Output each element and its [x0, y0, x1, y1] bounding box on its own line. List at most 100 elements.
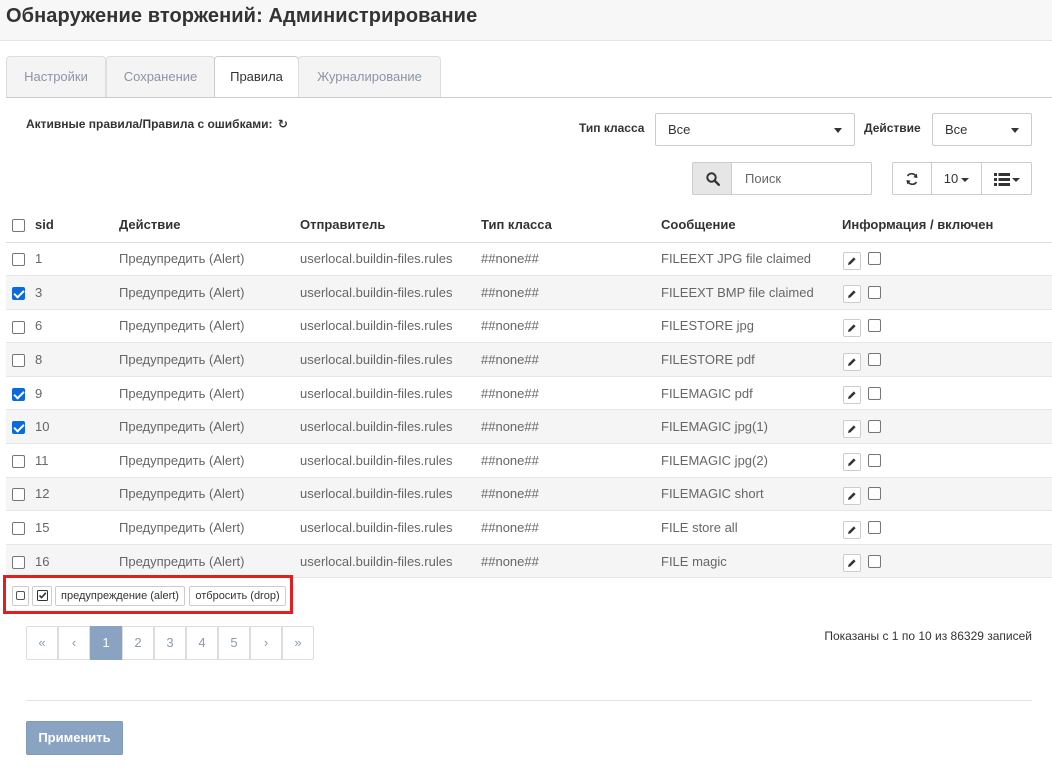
- rule-enabled-checkbox[interactable]: [868, 554, 881, 568]
- page-first-button[interactable]: «: [26, 626, 58, 660]
- row-sid: 15: [35, 510, 119, 545]
- row-select-cell: [6, 342, 35, 377]
- bulk-actions-highlight: предупреждение (alert) отбросить (drop): [3, 575, 293, 614]
- table-row[interactable]: 9 Предупредить (Alert) userlocal.buildin-f…: [6, 376, 1052, 411]
- rule-enabled-checkbox[interactable]: [868, 453, 881, 467]
- row-select-cell: [6, 544, 35, 579]
- row-select-checkbox[interactable]: [12, 387, 25, 401]
- rule-enabled-checkbox[interactable]: [868, 353, 881, 367]
- bulk-alert-button[interactable]: предупреждение (alert): [55, 586, 185, 606]
- row-source: userlocal.buildin-files.rules: [300, 510, 481, 545]
- edit-rule-button[interactable]: [843, 453, 861, 472]
- table-row[interactable]: 1 Предупредить (Alert) userlocal.buildin-f…: [6, 242, 1052, 277]
- columns-button[interactable]: [981, 162, 1032, 195]
- pencil-icon: [848, 425, 856, 433]
- table-row[interactable]: 15 Предупредить (Alert) userlocal.buildin-…: [6, 510, 1052, 545]
- row-message: FILEEXT JPG file claimed: [661, 242, 842, 277]
- table-row[interactable]: 10 Предупредить (Alert) userlocal.buildin-…: [6, 409, 1052, 445]
- tab-logging[interactable]: Журналирование: [298, 56, 441, 98]
- row-select-checkbox[interactable]: [12, 320, 25, 334]
- pencil-icon: [848, 290, 856, 299]
- edit-rule-button[interactable]: [843, 386, 861, 405]
- page-2-button[interactable]: 2: [122, 626, 154, 660]
- refresh-button[interactable]: [892, 162, 932, 195]
- header-action[interactable]: Действие: [119, 208, 300, 243]
- pencil-icon: [848, 391, 856, 400]
- row-select-checkbox[interactable]: [12, 522, 25, 536]
- page-prev-button[interactable]: ‹: [58, 626, 90, 660]
- edit-rule-button[interactable]: [843, 318, 861, 337]
- row-select-checkbox[interactable]: [12, 488, 25, 502]
- search-button[interactable]: [692, 162, 732, 195]
- refresh-icon[interactable]: ↻: [278, 117, 288, 131]
- tab-saving[interactable]: Сохранение: [106, 56, 215, 98]
- page-header: Обнаружение вторжений: Администрирование: [0, 0, 1052, 41]
- chevron-down-icon: [834, 128, 842, 133]
- edit-rule-button[interactable]: [843, 486, 861, 505]
- rule-enabled-checkbox[interactable]: [868, 252, 881, 266]
- page-next-button[interactable]: ›: [250, 626, 282, 660]
- table-row[interactable]: 16 Предупредить (Alert) userlocal.buildin-…: [6, 544, 1052, 579]
- rule-enabled-checkbox[interactable]: [868, 521, 881, 535]
- row-sid: 12: [35, 477, 119, 512]
- row-source: userlocal.buildin-files.rules: [300, 309, 481, 344]
- header-source[interactable]: Отправитель: [300, 208, 481, 243]
- row-info-cell: [842, 309, 1052, 344]
- rule-enabled-checkbox[interactable]: [868, 285, 881, 299]
- bulk-enable-button[interactable]: [32, 586, 52, 606]
- edit-rule-button[interactable]: [843, 419, 861, 438]
- header-class-type[interactable]: Тип класса: [481, 208, 661, 243]
- row-info-cell: [842, 510, 1052, 545]
- row-select-checkbox[interactable]: [12, 555, 25, 569]
- header-sid[interactable]: sid: [35, 208, 119, 243]
- rule-enabled-checkbox[interactable]: [868, 319, 881, 333]
- row-select-cell: [6, 275, 35, 310]
- action-filter-select[interactable]: Все: [932, 113, 1032, 146]
- row-info-cell: [842, 275, 1052, 310]
- row-select-cell: [6, 409, 35, 445]
- header-message[interactable]: Сообщение: [661, 208, 842, 243]
- row-action: Предупредить (Alert): [119, 342, 300, 377]
- edit-rule-button[interactable]: [843, 520, 861, 539]
- class-type-select[interactable]: Все: [655, 113, 855, 146]
- page-1-button[interactable]: 1: [90, 626, 122, 660]
- rules-table: sid Действие Отправитель Тип класса Сооб…: [6, 208, 1052, 579]
- page-4-button[interactable]: 4: [186, 626, 218, 660]
- page-size-button[interactable]: 10: [931, 162, 982, 195]
- table-row[interactable]: 12 Предупредить (Alert) userlocal.buildin-…: [6, 477, 1052, 512]
- tab-rules[interactable]: Правила: [214, 56, 299, 99]
- row-class-type: ##none##: [481, 376, 661, 411]
- table-row[interactable]: 11 Предупредить (Alert) userlocal.buildin-…: [6, 443, 1052, 478]
- page-last-button[interactable]: »: [282, 626, 314, 660]
- row-select-checkbox[interactable]: [12, 286, 25, 300]
- table-row[interactable]: 8 Предупредить (Alert) userlocal.buildin-f…: [6, 342, 1052, 377]
- row-select-checkbox[interactable]: [12, 354, 25, 368]
- select-all-checkbox[interactable]: [12, 219, 25, 233]
- table-row[interactable]: 3 Предупредить (Alert) userlocal.buildin-f…: [6, 275, 1052, 310]
- rule-enabled-checkbox[interactable]: [868, 420, 881, 434]
- page-3-button[interactable]: 3: [154, 626, 186, 660]
- bulk-disable-button[interactable]: [12, 586, 29, 606]
- header-select-cell: [6, 208, 35, 243]
- row-select-checkbox[interactable]: [12, 421, 25, 435]
- bulk-drop-button[interactable]: отбросить (drop): [189, 586, 286, 606]
- row-message: FILE store all: [661, 510, 842, 545]
- apply-button[interactable]: Применить: [26, 721, 123, 755]
- edit-rule-button[interactable]: [843, 352, 861, 371]
- edit-rule-button[interactable]: [843, 554, 861, 573]
- search-input[interactable]: [731, 162, 872, 195]
- edit-rule-button[interactable]: [843, 251, 861, 270]
- row-select-checkbox[interactable]: [12, 454, 25, 468]
- tab-settings[interactable]: Настройки: [6, 56, 106, 98]
- table-row[interactable]: 6 Предупредить (Alert) userlocal.buildin-f…: [6, 309, 1052, 344]
- page-5-button[interactable]: 5: [218, 626, 250, 660]
- header-info[interactable]: Информация / включен: [842, 208, 1052, 243]
- rule-enabled-checkbox[interactable]: [868, 487, 881, 501]
- rule-enabled-checkbox[interactable]: [868, 386, 881, 400]
- row-select-checkbox[interactable]: [12, 253, 25, 267]
- row-class-type: ##none##: [481, 510, 661, 545]
- edit-rule-button[interactable]: [843, 285, 861, 304]
- row-info-cell: [842, 409, 1052, 445]
- row-message: FILE magic: [661, 544, 842, 579]
- row-class-type: ##none##: [481, 342, 661, 377]
